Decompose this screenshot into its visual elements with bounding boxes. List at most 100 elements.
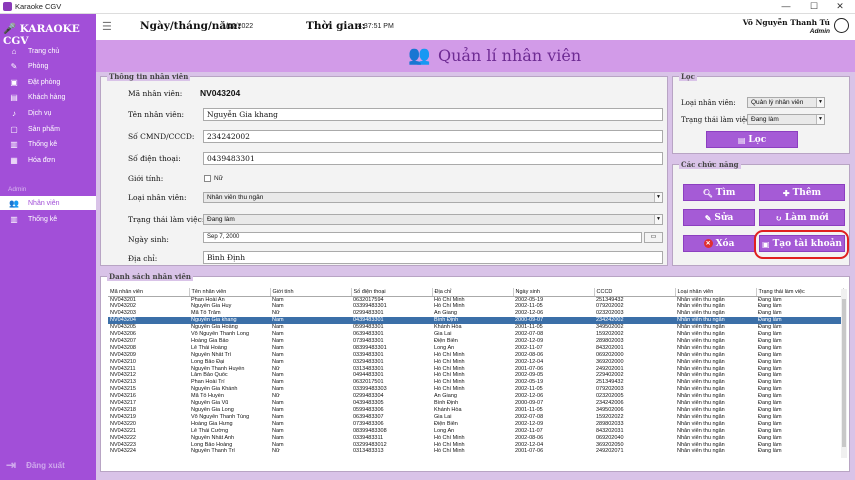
table-cell: 2002-05-19 [515, 296, 544, 303]
dob-field[interactable]: Sep 7, 2000 [203, 232, 642, 243]
table-cell: Nam [272, 441, 284, 448]
logout-icon: ⇥ [6, 458, 17, 472]
table-cell: Hồ Chí Minh [434, 358, 465, 365]
table-row[interactable]: NV043208 Lê Thái Hoàng Nam 08399483301 Long … [108, 345, 843, 352]
sidebar-item-label: Đặt phòng [28, 78, 61, 86]
column-header[interactable]: Số điện thoại [351, 288, 433, 297]
table-row[interactable]: NV043220 Hoàng Gia Hưng Nam 0739483306 Điện … [108, 421, 843, 428]
delete-button[interactable]: ✕ Xóa [683, 235, 755, 252]
filter-status-select[interactable]: Đang làm ▼ [747, 114, 825, 125]
calendar-icon[interactable]: ▭ [644, 232, 663, 243]
column-header[interactable]: Địa chỉ [432, 288, 514, 297]
table-row[interactable]: NV043221 Lê Thái Cường Nam 08399483308 Long … [108, 428, 843, 435]
sidebar-icon: ▥ [10, 214, 18, 224]
sidebar-item-label: Hóa đơn [28, 156, 56, 164]
minimize-button[interactable]: — [773, 0, 799, 14]
table-cell: 369202050 [596, 441, 624, 448]
table-row[interactable]: NV043215 Nguyễn Gia Khánh Nam 03399483303 Hồ… [108, 386, 843, 393]
table-row[interactable]: NV043212 Lâm Bảo Quốc Nam 0494483301 Hồ Chí … [108, 372, 843, 379]
column-header[interactable]: Ngày sinh [513, 288, 595, 297]
menu-icon[interactable]: ☰ [102, 20, 112, 33]
column-header[interactable]: Giới tính [270, 288, 352, 297]
table-row[interactable]: NV043216 Mã Tố Huyền Nữ 0299483304 An Giang 2… [108, 393, 843, 400]
employee-name-field[interactable]: Nguyễn Gia khang [203, 108, 663, 121]
filter-icon: ▤ [737, 134, 746, 145]
sidebar-item-7[interactable]: ▦ Hóa đơn [0, 153, 96, 167]
sidebar-item-6[interactable]: ▥ Thống kê [0, 138, 96, 152]
sidebar-admin-item-0[interactable]: 👥 Nhân viên [0, 196, 96, 210]
edit-button[interactable]: ✎ Sửa [683, 209, 755, 226]
address-field[interactable]: Bình Định [203, 251, 663, 264]
table-cell: Long Bảo Hoàng [191, 441, 233, 448]
close-button[interactable]: ✕ [827, 0, 853, 14]
sidebar-admin-item-1[interactable]: ▥ Thống kê [0, 212, 96, 226]
filter-type-select[interactable]: Quản lý nhân viên ▼ [747, 97, 825, 108]
table-cell: Nhân viên thu ngân [677, 427, 725, 434]
table-cell: Nhân viên thu ngân [677, 337, 725, 344]
work-status-select[interactable]: Đang làm ▼ [203, 214, 663, 225]
gender-checkbox[interactable] [204, 175, 211, 182]
table-row[interactable]: NV043204 Nguyễn Gia khang Nam 0439483301 Bìn… [108, 317, 843, 325]
user-avatar-icon[interactable] [834, 18, 849, 33]
column-header[interactable]: CCCD [594, 288, 676, 297]
table-row[interactable]: NV043217 Nguyễn Gia Vũ Nam 0439483305 Bình Đ… [108, 400, 843, 407]
table-row[interactable]: NV043205 Nguyễn Gia Hoàng Nam 0599483301 Khá… [108, 324, 843, 331]
table-cell: 2001-11-05 [515, 407, 543, 413]
table-cell: Nam [272, 344, 284, 351]
edit-icon: ✎ [704, 212, 712, 223]
app-icon [3, 2, 12, 11]
table-row[interactable]: NV043210 Long Bảo Đại Nam 0329483301 Hồ Chí … [108, 359, 843, 366]
table-row[interactable]: NV043201 Phan Hoài An Nam 0632017594 Hồ Chí … [108, 296, 843, 303]
table-row[interactable]: NV043202 Nguyễn Gia Huy Nam 03399483301 Hồ C… [108, 303, 843, 310]
table-cell: 03399483303 [353, 386, 387, 393]
search-button[interactable]: 🔍︎ Tìm [683, 184, 755, 201]
table-cell: Gia Lai [434, 331, 452, 338]
filter-button[interactable]: ▤ Lọc [706, 131, 798, 148]
table-row[interactable]: NV043222 Nguyễn Nhất Anh Nam 0339483311 Hồ C… [108, 435, 843, 442]
column-header[interactable]: Trạng thái làm việc [756, 288, 844, 297]
table-row[interactable]: NV043203 Mã Tố Trâm Nữ 0299483301 An Giang 20… [108, 310, 843, 317]
table-row[interactable]: NV043218 Nguyễn Gia Long Nam 0599483306 Khán… [108, 407, 843, 414]
refresh-button[interactable]: ↻ Làm mới [759, 209, 845, 226]
table-cell: Nữ [272, 393, 280, 400]
add-button[interactable]: ✚ Thêm [759, 184, 845, 201]
table-cell: Nguyễn Nhất Trí [191, 351, 232, 358]
maximize-button[interactable]: ☐ [801, 0, 827, 14]
table-row[interactable]: NV043213 Phan Hoài Trí Nam 0632017501 Hồ Chí… [108, 379, 843, 386]
table-cell: Nguyễn Nhất Anh [191, 434, 235, 441]
table-row[interactable]: NV043224 Nguyễn Thanh Trí Nữ 0313483313 Hồ C… [108, 448, 843, 455]
highlight-annotation [754, 230, 849, 259]
table-cell: 0632017594 [353, 296, 384, 303]
table-cell: Nguyễn Gia Huy [191, 303, 232, 310]
table-cell: Đang làm [758, 407, 782, 413]
column-header[interactable]: Loại nhân viên [675, 288, 757, 297]
table-row[interactable]: NV043219 Võ Nguyễn Thanh Tùng Nam 063948330… [108, 414, 843, 421]
sidebar-item-label: Phòng [28, 63, 49, 71]
table-cell: NV043207 [110, 337, 136, 344]
column-header[interactable]: Tên nhân viên [189, 288, 271, 297]
sidebar-item-3[interactable]: ▤ Khách hàng [0, 91, 96, 105]
sidebar-item-0[interactable]: ⌂ Trang chủ [0, 44, 96, 58]
table-row[interactable]: NV043209 Nguyễn Nhất Trí Nam 0339483301 Hồ C… [108, 352, 843, 359]
sidebar-item-1[interactable]: ✎ Phòng [0, 60, 96, 74]
employee-type-label: Loại nhân viên: [128, 193, 187, 202]
sidebar-item-4[interactable]: ♪ Dịch vụ [0, 106, 96, 120]
column-header[interactable]: Mã nhân viên [108, 288, 190, 297]
table-row[interactable]: NV043211 Nguyễn Thanh Huyền Nữ 0313483301 Hồ… [108, 366, 843, 373]
table-cell: NV043203 [110, 310, 136, 317]
employee-type-select[interactable]: Nhân viên thu ngân ▼ [203, 192, 663, 203]
table-scroll-thumb[interactable] [842, 299, 846, 447]
sidebar-item-5[interactable]: ▢ Sản phẩm [0, 122, 96, 136]
filter-type-value: Quản lý nhân viên [751, 99, 804, 106]
table-row[interactable]: NV043206 Võ Nguyễn Thanh Long Nam 063948330… [108, 331, 843, 338]
logout-button[interactable]: ⇥ Đăng xuất [6, 458, 65, 472]
table-row[interactable]: NV043223 Long Bảo Hoàng Nam 03299483012 Hồ C… [108, 442, 843, 449]
table-row[interactable]: NV043207 Hoàng Gia Bảo Nam 0739483301 Điện B… [108, 338, 843, 345]
phone-field[interactable]: 0439483301 [203, 152, 663, 165]
sidebar-item-2[interactable]: ▣ Đặt phòng [0, 75, 96, 89]
cccd-field[interactable]: 234242002 [203, 130, 663, 143]
staff-group-icon: 👥 [408, 45, 431, 65]
table-cell: Bình Định [432, 317, 513, 325]
table-cell: 079202003 [596, 386, 624, 393]
gender-option-label: Nữ [214, 175, 224, 182]
